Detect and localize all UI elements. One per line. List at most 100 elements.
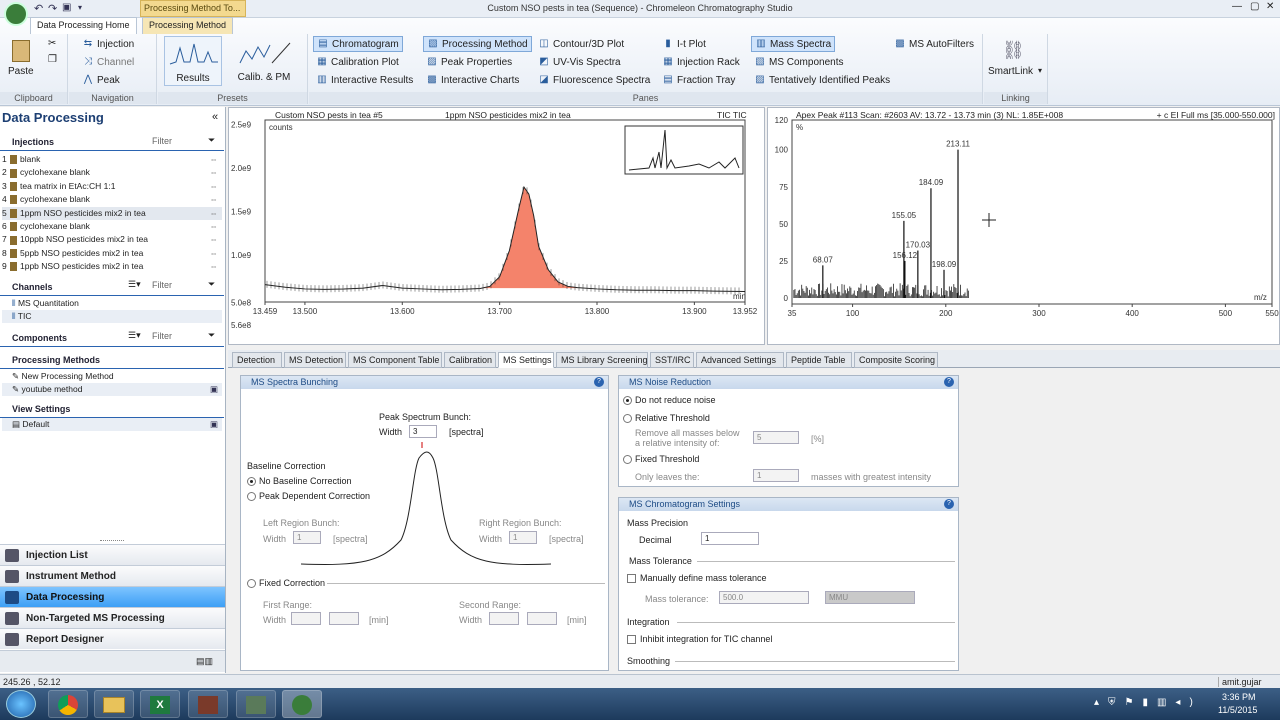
injection-row[interactable]: 6 cyclohexane blank ⇔ bbox=[2, 220, 222, 233]
tab-detection[interactable]: Detection bbox=[232, 352, 282, 368]
minimize-icon[interactable]: — bbox=[1232, 1, 1242, 12]
mass-spectrum-chart[interactable]: 0 25 50 75 100 120 35 100 200 300 400 500 550% m/z 68.… bbox=[768, 108, 1279, 344]
smartlink-button[interactable]: SmartLink bbox=[988, 66, 1033, 77]
manually-define-checkbox[interactable]: Manually define mass tolerance bbox=[627, 573, 767, 584]
tab-ms-library-screening[interactable]: MS Library Screening bbox=[556, 352, 648, 368]
tab-ms-component-table[interactable]: MS Component Table bbox=[348, 352, 442, 368]
view-settings-header[interactable]: View Settings bbox=[0, 404, 224, 418]
injection-link-icon[interactable]: ⇔ bbox=[210, 260, 219, 273]
processing-method-item-youtube[interactable]: ✎ youtube method ▣ bbox=[2, 383, 222, 396]
fixed-threshold-radio-button[interactable] bbox=[623, 455, 632, 465]
do-not-reduce-radio-button[interactable] bbox=[623, 396, 632, 406]
taskbar-app-icon[interactable] bbox=[188, 690, 228, 718]
tab-advanced-settings[interactable]: Advanced Settings bbox=[696, 352, 784, 368]
mass-spectrum-pane[interactable]: Apex Peak #113 Scan: #2603 AV: 13.72 - 1… bbox=[767, 107, 1280, 345]
nav-channel[interactable]: ⤨ Channel bbox=[79, 54, 137, 70]
pane-processing-method[interactable]: ▧ Processing Method bbox=[423, 36, 532, 52]
app-logo-icon[interactable] bbox=[4, 2, 28, 26]
injection-row[interactable]: 9 1ppb NSO pesticides mix2 in tea ⇔ bbox=[2, 260, 222, 273]
maximize-icon[interactable]: ▢ bbox=[1250, 1, 1259, 12]
save-icon[interactable]: ▣ bbox=[210, 383, 218, 396]
cut-icon[interactable]: ✂ bbox=[48, 38, 56, 49]
components-header[interactable]: Components bbox=[0, 333, 224, 347]
nav-instrument-method[interactable]: Instrument Method bbox=[0, 565, 225, 586]
first-range-start-input[interactable] bbox=[291, 612, 321, 625]
relative-threshold-radio[interactable]: Relative Threshold bbox=[623, 413, 710, 424]
first-range-end-input[interactable] bbox=[329, 612, 359, 625]
taskbar-chromeleon-icon[interactable] bbox=[282, 690, 322, 718]
pane-interactive-results[interactable]: ▥ Interactive Results bbox=[313, 72, 416, 88]
second-range-end-input[interactable] bbox=[527, 612, 557, 625]
close-icon[interactable]: ✕ bbox=[1266, 1, 1274, 12]
taskbar-explorer-icon[interactable] bbox=[94, 690, 134, 718]
fixed-correction-radio[interactable]: Fixed Correction bbox=[247, 578, 325, 589]
clock-time[interactable]: 3:36 PM bbox=[1222, 692, 1256, 702]
pane-injection-rack[interactable]: ▦ Injection Rack bbox=[659, 54, 743, 70]
pane-interactive-charts[interactable]: ▩ Interactive Charts bbox=[423, 72, 522, 88]
paste-icon[interactable] bbox=[12, 40, 30, 62]
taskbar-chrome-icon[interactable] bbox=[48, 690, 88, 718]
injection-row[interactable]: 2 cyclohexane blank ⇔ bbox=[2, 166, 222, 179]
nav-injection[interactable]: ⇆ Injection bbox=[79, 36, 137, 52]
save-icon[interactable]: ▣ bbox=[210, 418, 218, 431]
copy-icon[interactable]: ❐ bbox=[48, 54, 57, 65]
second-range-start-input[interactable] bbox=[489, 612, 519, 625]
nav-data-processing[interactable]: Data Processing bbox=[0, 586, 225, 607]
splitter-grip[interactable] bbox=[100, 540, 124, 543]
injection-row[interactable]: 4 cyclohexane blank ⇔ bbox=[2, 193, 222, 206]
processing-methods-header[interactable]: Processing Methods bbox=[0, 355, 224, 369]
no-baseline-radio-button[interactable] bbox=[247, 477, 256, 487]
pane-ms-components[interactable]: ▧ MS Components bbox=[751, 54, 846, 70]
help-icon[interactable]: ? bbox=[944, 499, 954, 509]
calib-preset-button[interactable]: Calib. & PM bbox=[230, 36, 298, 86]
peak-width-stepper[interactable]: 3 bbox=[409, 425, 437, 438]
pane-fraction-tray[interactable]: ▤ Fraction Tray bbox=[659, 72, 738, 88]
tab-processing-method[interactable]: Processing Method bbox=[142, 17, 234, 34]
injection-link-icon[interactable]: ⇔ bbox=[210, 220, 219, 233]
injection-link-icon[interactable]: ⇔ bbox=[210, 153, 219, 166]
smartlink-dropdown-icon[interactable]: ▾ bbox=[1038, 66, 1042, 75]
tab-peptide-table[interactable]: Peptide Table bbox=[786, 352, 852, 368]
injection-link-icon[interactable]: ⇔ bbox=[210, 180, 219, 193]
peak-dependent-radio[interactable]: Peak Dependent Correction bbox=[247, 491, 370, 502]
taskbar-excel-icon[interactable]: X bbox=[140, 690, 180, 718]
view-setting-item-default[interactable]: ▤ Default ▣ bbox=[2, 418, 222, 431]
injection-link-icon[interactable]: ⇔ bbox=[210, 207, 219, 220]
channel-item-tic[interactable]: ⫴ TIC bbox=[2, 310, 222, 323]
nav-non-targeted-ms[interactable]: Non-Targeted MS Processing bbox=[0, 607, 225, 628]
paste-button[interactable]: Paste bbox=[8, 66, 34, 77]
nav-injection-list[interactable]: Injection List bbox=[0, 544, 225, 565]
tolerance-input[interactable]: 500.0 bbox=[719, 591, 809, 604]
tab-sst-irc[interactable]: SST/IRC bbox=[650, 352, 694, 368]
start-button-icon[interactable] bbox=[6, 690, 36, 718]
clock-date[interactable]: 11/5/2015 bbox=[1218, 705, 1257, 715]
tab-data-processing-home[interactable]: Data Processing Home bbox=[30, 17, 137, 34]
injection-row[interactable]: 7 10ppb NSO pesticides mix2 in tea ⇔ bbox=[2, 233, 222, 246]
do-not-reduce-radio[interactable]: Do not reduce noise bbox=[623, 395, 716, 406]
manually-define-checkbox-box[interactable] bbox=[627, 574, 636, 584]
injection-link-icon[interactable]: ⇔ bbox=[210, 233, 219, 246]
pane-mass-spectra[interactable]: ▥ Mass Spectra bbox=[751, 36, 836, 52]
injections-header[interactable]: Injections bbox=[0, 137, 224, 151]
smartlink-icon[interactable]: ⛓ bbox=[1002, 40, 1025, 61]
left-width-stepper[interactable]: 1 bbox=[293, 531, 321, 544]
help-icon[interactable]: ? bbox=[594, 377, 604, 387]
chromatogram-pane[interactable]: Custom NSO pests in tea #5 1ppm NSO pest… bbox=[228, 107, 765, 345]
results-preset-button[interactable]: Results bbox=[164, 36, 222, 86]
pane-fluorescence-spectra[interactable]: ◪ Fluorescence Spectra bbox=[535, 72, 653, 88]
nav-report-designer[interactable]: Report Designer bbox=[0, 628, 225, 649]
pane-tentatively-identified-peaks[interactable]: ▨ Tentatively Identified Peaks bbox=[751, 72, 893, 88]
processing-method-item-new[interactable]: ✎ New Processing Method bbox=[2, 370, 222, 383]
injection-row[interactable]: 3 tea matrix in EtAc:CH 1:1 ⇔ bbox=[2, 180, 222, 193]
decimal-stepper[interactable]: 1 bbox=[701, 532, 759, 545]
tab-ms-detection[interactable]: MS Detection bbox=[284, 352, 346, 368]
tab-calibration[interactable]: Calibration bbox=[444, 352, 496, 368]
taskbar-app2-icon[interactable] bbox=[236, 690, 276, 718]
injection-row[interactable]: 8 5ppb NSO pesticides mix2 in tea ⇔ bbox=[2, 247, 222, 260]
collapse-panel-icon[interactable]: « bbox=[212, 111, 218, 123]
inhibit-integration-checkbox-box[interactable] bbox=[627, 635, 636, 645]
tab-ms-settings[interactable]: MS Settings bbox=[498, 352, 554, 368]
pane-peak-properties[interactable]: ▨ Peak Properties bbox=[423, 54, 515, 70]
relative-threshold-radio-button[interactable] bbox=[623, 414, 632, 424]
channels-header[interactable]: Channels bbox=[0, 282, 224, 296]
